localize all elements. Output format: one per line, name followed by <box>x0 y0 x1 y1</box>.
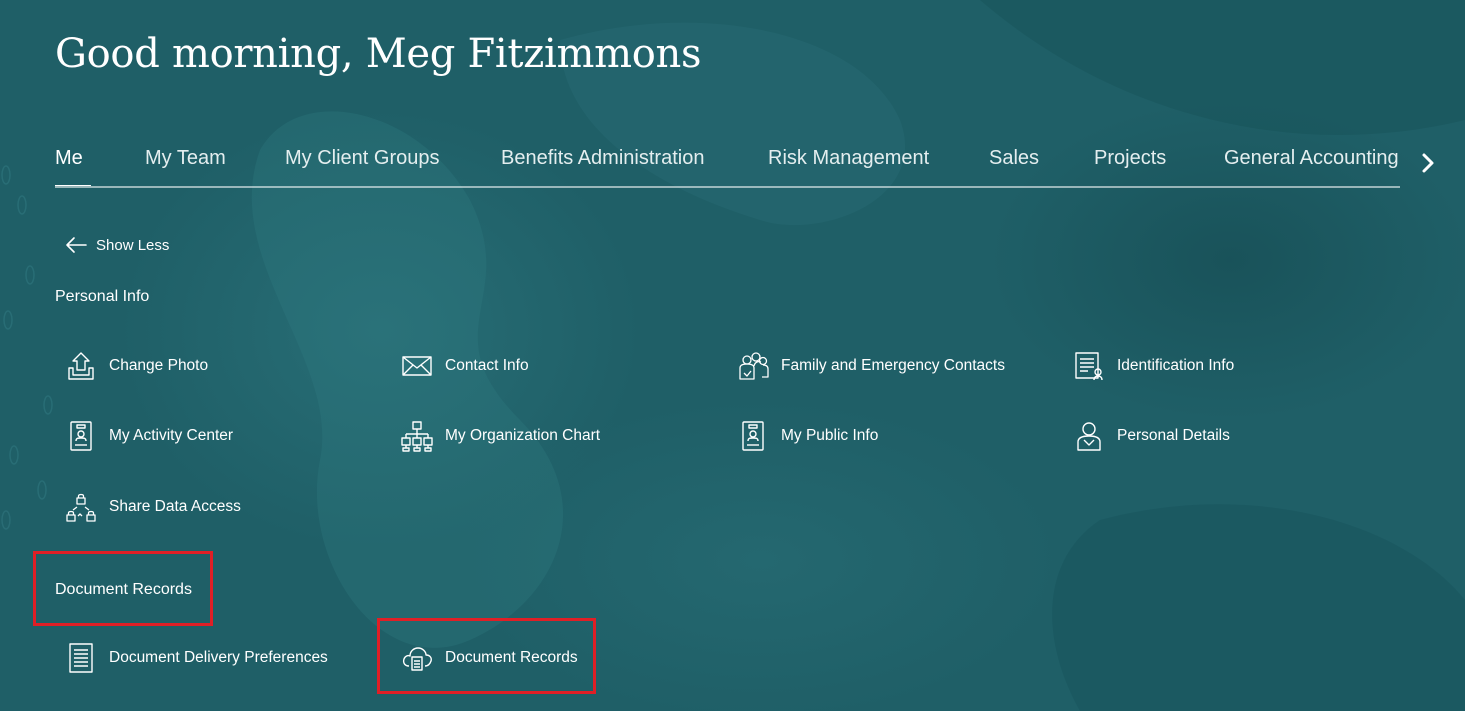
org-chart-icon <box>400 419 434 453</box>
tile-my-activity-center[interactable]: My Activity Center <box>64 418 233 454</box>
badge-icon <box>64 419 98 453</box>
person-icon <box>1072 419 1106 453</box>
document-list-icon <box>64 641 98 675</box>
tile-label: My Activity Center <box>109 427 234 444</box>
tile-identification-info[interactable]: Identification Info <box>1072 348 1234 384</box>
tile-personal-details[interactable]: Personal Details <box>1072 418 1230 454</box>
tab-me[interactable]: Me <box>55 136 91 186</box>
show-less-label: Show Less <box>96 236 170 254</box>
share-access-icon <box>64 490 98 524</box>
tab-benefits-administration[interactable]: Benefits Administration <box>501 136 704 186</box>
tab-projects[interactable]: Projects <box>1094 136 1166 186</box>
tab-my-team[interactable]: My Team <box>145 136 226 186</box>
greeting-heading: Good morning, Meg Fitzimmons <box>55 31 702 77</box>
main-tab-bar: Me My Team My Client Groups Benefits Adm… <box>55 136 1400 188</box>
tile-document-delivery-preferences[interactable]: Document Delivery Preferences <box>64 640 328 676</box>
tile-label: Identification Info <box>1117 357 1235 374</box>
tab-sales[interactable]: Sales <box>989 136 1039 186</box>
badge-icon <box>736 419 770 453</box>
tile-family-emergency-contacts[interactable]: Family and Emergency Contacts <box>736 348 1005 384</box>
id-document-icon <box>1072 349 1106 383</box>
envelope-icon <box>400 349 434 383</box>
tile-label: My Public Info <box>781 427 879 444</box>
tile-my-public-info[interactable]: My Public Info <box>736 418 878 454</box>
arrow-left-icon <box>66 237 87 253</box>
tile-change-photo[interactable]: Change Photo <box>64 348 208 384</box>
tile-label: Document Delivery Preferences <box>109 649 328 666</box>
tab-risk-management[interactable]: Risk Management <box>768 136 929 186</box>
tile-label: Share Data Access <box>109 498 241 515</box>
tile-label: Family and Emergency Contacts <box>781 357 1005 374</box>
tile-document-records[interactable]: Document Records <box>400 640 578 676</box>
tile-my-organization-chart[interactable]: My Organization Chart <box>400 418 600 454</box>
tile-contact-info[interactable]: Contact Info <box>400 348 529 384</box>
tile-share-data-access[interactable]: Share Data Access <box>64 489 241 525</box>
cloud-document-icon <box>400 641 434 675</box>
family-icon <box>736 349 770 383</box>
upload-photo-icon <box>64 349 98 383</box>
section-title-personal-info: Personal Info <box>55 288 150 305</box>
tile-label: Change Photo <box>109 357 209 374</box>
tile-label: My Organization Chart <box>445 427 601 444</box>
tile-label: Personal Details <box>1117 427 1230 444</box>
tab-my-client-groups[interactable]: My Client Groups <box>285 136 440 186</box>
tile-label: Contact Info <box>445 357 529 374</box>
tabs-next-button[interactable] <box>1414 148 1442 178</box>
tab-general-accounting[interactable]: General Accounting <box>1224 136 1399 186</box>
section-title-document-records: Document Records <box>55 581 192 598</box>
chevron-right-icon <box>1422 153 1434 173</box>
tile-label: Document Records <box>445 649 578 666</box>
show-less-link[interactable]: Show Less <box>64 232 169 258</box>
